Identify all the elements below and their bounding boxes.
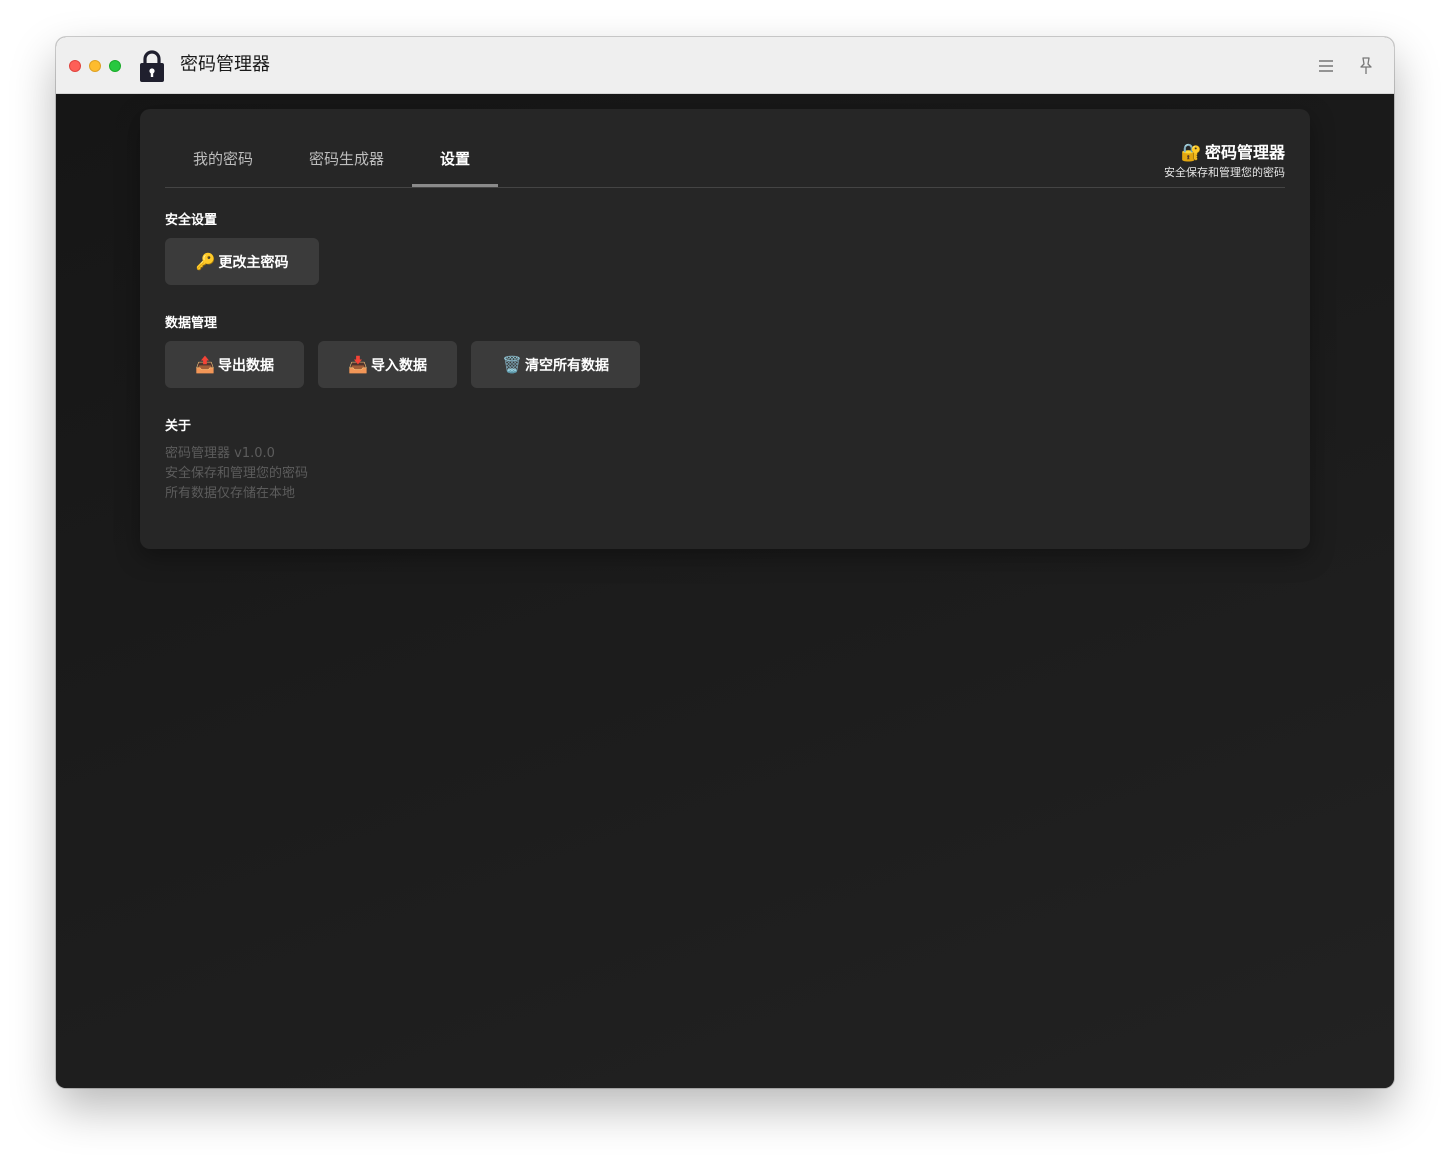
- about-description: 安全保存和管理您的密码: [165, 466, 309, 481]
- lock-icon: [140, 50, 164, 82]
- locked-with-key-icon: 🔐: [1180, 143, 1202, 163]
- tab-my-passwords[interactable]: 我的密码: [165, 134, 281, 184]
- export-data-button[interactable]: 📤 导出数据: [165, 341, 304, 388]
- minimize-window-button[interactable]: [89, 60, 101, 72]
- inbox-tray-icon: 📥: [348, 355, 368, 374]
- clear-all-data-button[interactable]: 🗑️ 清空所有数据: [471, 341, 640, 388]
- security-section-title: 安全设置: [165, 213, 218, 228]
- trash-icon: 🗑️: [502, 355, 522, 374]
- clear-all-data-label: 清空所有数据: [524, 357, 609, 374]
- close-window-button[interactable]: [69, 60, 81, 72]
- brand-header: 🔐 密码管理器 安全保存和管理您的密码: [1164, 142, 1285, 181]
- key-icon: 🔑: [195, 252, 216, 271]
- pin-icon[interactable]: [1355, 55, 1377, 77]
- import-data-button[interactable]: 📥 导入数据: [318, 341, 457, 388]
- tab-settings[interactable]: 设置: [412, 134, 498, 187]
- about-version: 密码管理器 v1.0.0: [165, 446, 275, 461]
- about-section-title: 关于: [165, 419, 192, 434]
- brand-subtitle: 安全保存和管理您的密码: [1164, 166, 1285, 179]
- import-data-label: 导入数据: [370, 357, 427, 374]
- tab-bar: 我的密码 密码生成器 设置: [165, 134, 1285, 188]
- tab-password-generator[interactable]: 密码生成器: [281, 134, 412, 184]
- maximize-window-button[interactable]: [109, 60, 121, 72]
- app-window: 密码管理器 我的密码 密码生成器 设置 🔐 密码管理器 安全保存和管理您的密码 安…: [56, 37, 1394, 1088]
- window-title: 密码管理器: [180, 54, 270, 75]
- brand-title: 密码管理器: [1204, 143, 1285, 162]
- settings-card: 我的密码 密码生成器 设置 🔐 密码管理器 安全保存和管理您的密码 安全设置 🔑 更…: [140, 109, 1310, 549]
- about-storage-note: 所有数据仅存储在本地: [165, 486, 296, 501]
- main-content: 我的密码 密码生成器 设置 🔐 密码管理器 安全保存和管理您的密码 安全设置 🔑 更…: [56, 94, 1394, 1088]
- data-management-section-title: 数据管理: [165, 316, 218, 331]
- menu-icon[interactable]: [1315, 55, 1337, 77]
- change-master-password-label: 更改主密码: [218, 254, 289, 271]
- title-bar: 密码管理器: [56, 37, 1394, 94]
- outbox-tray-icon: 📤: [195, 355, 215, 374]
- brand-title-row: 🔐 密码管理器: [1164, 142, 1285, 164]
- export-data-label: 导出数据: [217, 357, 274, 374]
- change-master-password-button[interactable]: 🔑 更改主密码: [165, 238, 319, 285]
